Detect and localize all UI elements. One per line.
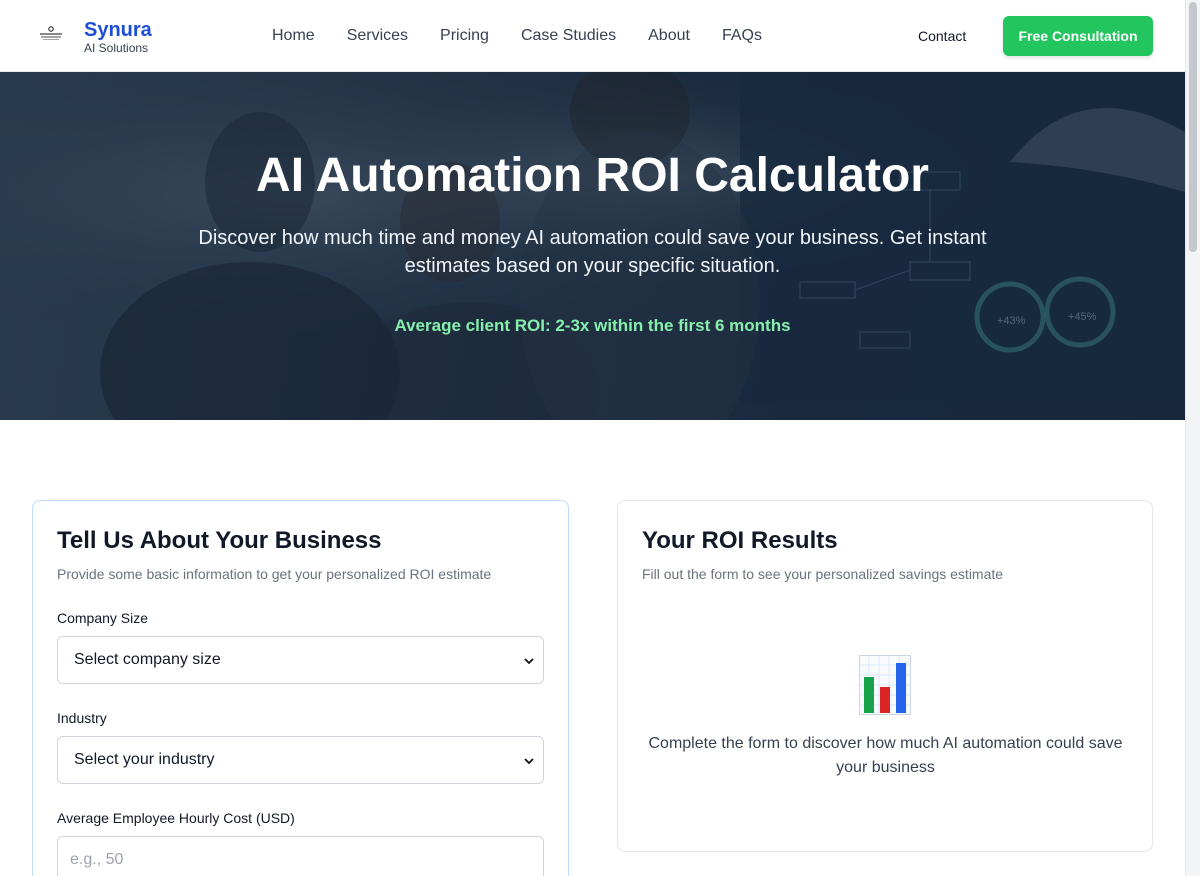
form-subtitle: Provide some basic information to get yo… — [57, 566, 492, 582]
nav-services[interactable]: Services — [347, 26, 408, 46]
nav-home[interactable]: Home — [272, 26, 315, 46]
brand[interactable]: Synura AI Solutions — [84, 19, 152, 55]
roi-results-card: Your ROI Results Fill out the form to se… — [617, 500, 1153, 852]
brand-tagline: AI Solutions — [84, 41, 149, 55]
chevron-down-icon — [523, 654, 535, 672]
nav-pricing[interactable]: Pricing — [440, 26, 489, 46]
hero-section: +43% +45% AI Automation ROI Calculator D… — [0, 72, 1185, 420]
site-header: Synura AI Solutions Home Services Pricin… — [0, 0, 1185, 72]
nav-about[interactable]: About — [648, 26, 690, 46]
page-title: AI Automation ROI Calculator — [256, 149, 929, 202]
logo-icon — [38, 20, 64, 46]
roi-highlight: Average client ROI: 2-3x within the firs… — [394, 316, 791, 335]
industry-value: Select your industry — [74, 751, 215, 768]
bar-chart-icon — [859, 655, 911, 715]
hero-description: Discover how much time and money AI auto… — [198, 227, 987, 277]
scrollbar-thumb[interactable] — [1189, 2, 1197, 252]
results-empty-message: Complete the form to discover how much A… — [648, 735, 1123, 776]
free-consultation-button[interactable]: Free Consultation — [1003, 16, 1153, 56]
hourly-cost-label: Average Employee Hourly Cost (USD) — [57, 810, 295, 826]
chevron-down-icon — [523, 754, 535, 772]
industry-select[interactable]: Select your industry — [57, 736, 544, 784]
business-form-card: Tell Us About Your Business Provide some… — [32, 500, 569, 876]
brand-name: Synura — [84, 19, 152, 41]
page-scrollbar[interactable] — [1185, 0, 1200, 876]
results-title: Your ROI Results — [642, 527, 838, 554]
company-size-select[interactable]: Select company size — [57, 636, 544, 684]
contact-link[interactable]: Contact — [918, 27, 966, 45]
main-nav: Home Services Pricing Case Studies About… — [272, 26, 794, 46]
form-title: Tell Us About Your Business — [57, 527, 382, 554]
hourly-cost-placeholder: e.g., 50 — [70, 851, 124, 868]
nav-case-studies[interactable]: Case Studies — [521, 26, 616, 46]
logo[interactable] — [38, 20, 64, 46]
company-size-label: Company Size — [57, 610, 149, 626]
industry-label: Industry — [57, 710, 107, 726]
hourly-cost-input[interactable]: e.g., 50 — [57, 836, 544, 876]
company-size-value: Select company size — [74, 651, 221, 668]
nav-faqs[interactable]: FAQs — [722, 26, 762, 46]
results-subtitle: Fill out the form to see your personaliz… — [642, 566, 1004, 582]
